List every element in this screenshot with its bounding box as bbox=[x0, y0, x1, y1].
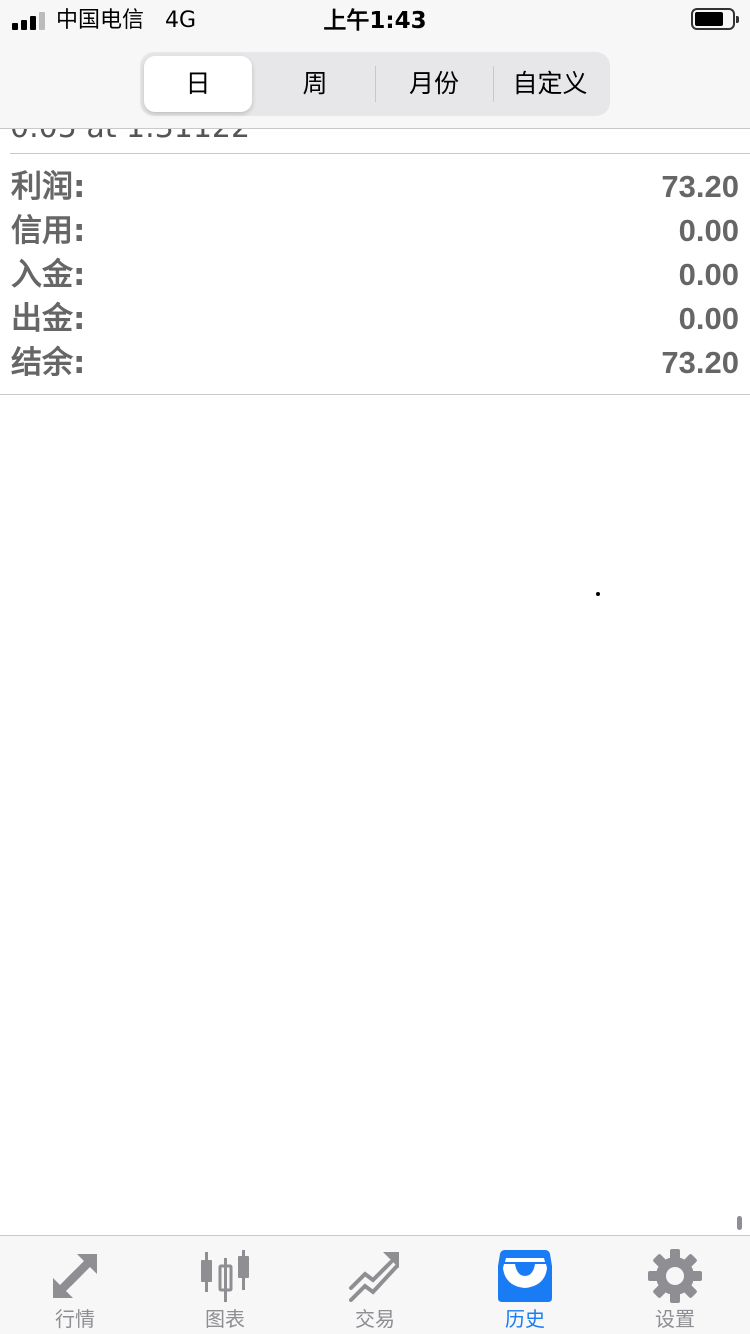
stray-dot bbox=[596, 592, 600, 596]
summary-label: 利润: bbox=[11, 169, 86, 205]
summary-row-profit: 利润: 73.20 bbox=[0, 165, 750, 209]
segment-week[interactable]: 周 bbox=[258, 56, 372, 112]
summary-label: 入金: bbox=[11, 257, 86, 293]
tab-label: 设置 bbox=[655, 1307, 695, 1331]
summary-row-deposit: 入金: 0.00 bbox=[0, 253, 750, 297]
quotes-arrows-icon bbox=[53, 1254, 97, 1298]
history-inbox-icon bbox=[498, 1250, 552, 1302]
candlestick-chart-icon bbox=[201, 1250, 249, 1302]
tab-label: 图表 bbox=[205, 1307, 245, 1331]
segment-day[interactable]: 日 bbox=[144, 56, 252, 112]
tab-bar: 行情 图表 交易 历史 设置 bbox=[0, 1235, 750, 1334]
period-segmented-control: 日 周 月份 自定义 bbox=[140, 52, 610, 116]
segment-month[interactable]: 月份 bbox=[376, 56, 492, 112]
gear-icon bbox=[648, 1249, 702, 1303]
summary-label: 出金: bbox=[11, 301, 86, 337]
summary-divider bbox=[0, 394, 750, 395]
tab-quotes[interactable]: 行情 bbox=[0, 1236, 150, 1334]
summary-value: 0.00 bbox=[678, 301, 739, 336]
summary-row-withdrawal: 出金: 0.00 bbox=[0, 297, 750, 341]
summary-label: 结余: bbox=[11, 345, 86, 381]
trade-trend-icon bbox=[349, 1252, 399, 1302]
segment-custom[interactable]: 自定义 bbox=[494, 56, 606, 112]
scroll-indicator[interactable] bbox=[737, 1216, 742, 1230]
tab-history[interactable]: 历史 bbox=[450, 1236, 600, 1334]
header-divider bbox=[0, 128, 750, 129]
summary-value: 73.20 bbox=[661, 345, 739, 380]
tab-label: 行情 bbox=[55, 1307, 95, 1331]
summary-row-credit: 信用: 0.00 bbox=[0, 209, 750, 253]
tab-charts[interactable]: 图表 bbox=[150, 1236, 300, 1334]
tab-label: 交易 bbox=[355, 1307, 395, 1331]
tab-label: 历史 bbox=[505, 1307, 545, 1331]
summary-row-balance: 结余: 73.20 bbox=[0, 341, 750, 385]
trade-divider bbox=[10, 153, 750, 154]
tab-trade[interactable]: 交易 bbox=[300, 1236, 450, 1334]
tab-settings[interactable]: 设置 bbox=[600, 1236, 750, 1334]
period-header: 日 周 月份 自定义 bbox=[0, 42, 750, 128]
summary-value: 73.20 bbox=[661, 169, 739, 204]
account-summary: 利润: 73.20 信用: 0.00 入金: 0.00 出金: 0.00 结余:… bbox=[0, 165, 750, 385]
battery-icon bbox=[691, 8, 739, 30]
summary-value: 0.00 bbox=[678, 257, 739, 292]
status-time: 上午1:43 bbox=[323, 8, 427, 34]
status-bar: 中国电信 4G 上午1:43 bbox=[0, 0, 750, 42]
summary-value: 0.00 bbox=[678, 213, 739, 248]
summary-label: 信用: bbox=[11, 213, 86, 249]
